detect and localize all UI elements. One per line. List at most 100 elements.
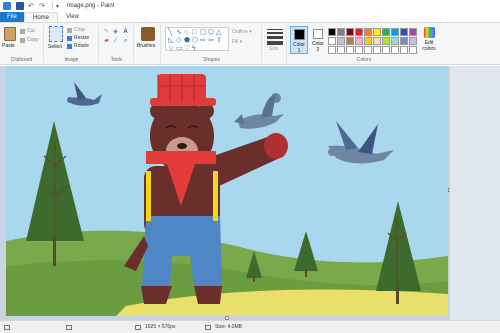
fill-bucket-icon[interactable]: ◈ (112, 29, 119, 36)
palette-swatch[interactable] (391, 37, 399, 45)
fill-dropdown[interactable]: Fill ▾ (232, 39, 242, 45)
palette-swatch[interactable] (391, 28, 399, 36)
lightning-shape-icon[interactable]: ϟ (192, 45, 196, 52)
palette-swatch[interactable] (409, 46, 417, 54)
palette-swatch[interactable] (364, 46, 372, 54)
workspace (0, 66, 500, 320)
ribbon: Paste Cut Copy Clipboard Select Crop Res… (0, 23, 500, 65)
paint-app-icon[interactable] (3, 2, 11, 10)
palette-swatch[interactable] (382, 28, 390, 36)
shapes-gallery[interactable]: ╲ ∿ ○ □ ▢ ⬠ △ ◺ ◇ ⬟ ⬡ ⇨ ⇦ ⇧ ☆ ▭ ♡ ϟ (165, 27, 229, 52)
right-triangle-shape-icon[interactable]: ◺ (168, 37, 173, 44)
color-picker-icon[interactable]: ⁄ (112, 38, 119, 45)
palette-swatch[interactable] (337, 46, 345, 54)
polygon-shape-icon[interactable]: ⬠ (208, 29, 214, 36)
window-title: Image.png - Paint (67, 3, 115, 9)
triangle-shape-icon[interactable]: △ (216, 29, 221, 36)
palette-swatch[interactable] (346, 28, 354, 36)
canvas-illustration (6, 66, 448, 316)
magnifier-icon[interactable]: ⌕ (122, 38, 129, 45)
tab-file[interactable]: File (0, 12, 24, 22)
rounded-rectangle-shape-icon[interactable]: ▢ (200, 29, 207, 36)
palette-swatch[interactable] (409, 37, 417, 45)
hexagon-shape-icon[interactable]: ⬡ (192, 37, 198, 44)
palette-swatch[interactable] (382, 46, 390, 54)
palette-swatch[interactable] (328, 28, 336, 36)
heart-shape-icon[interactable]: ♡ (184, 45, 190, 52)
colors-group: Color 1 Color 2 Edit colors Colors (288, 25, 440, 63)
select-button[interactable]: Select (48, 44, 62, 50)
line-shape-icon[interactable]: ╲ (168, 29, 172, 36)
paste-button[interactable]: Paste (2, 43, 15, 49)
size-button[interactable]: Size (269, 46, 279, 52)
edit-colors-label: Edit colors (422, 40, 436, 52)
palette-swatch[interactable] (355, 37, 363, 45)
eraser-icon[interactable]: ▰ (103, 38, 110, 45)
color1-button[interactable]: Color 1 (290, 26, 308, 54)
palette-swatch[interactable] (328, 37, 336, 45)
curve-shape-icon[interactable]: ∿ (176, 29, 182, 36)
text-tool-icon[interactable]: A (122, 29, 129, 36)
redo-icon[interactable]: ↷ (39, 3, 46, 10)
star-shape-icon[interactable]: ☆ (168, 45, 174, 52)
quick-access-dropdown[interactable]: ▾ (56, 3, 59, 10)
color2-swatch (313, 29, 323, 39)
ribbon-tabs: File Home View (0, 12, 500, 23)
resize-button[interactable]: Resize (67, 35, 89, 41)
palette-swatch[interactable] (373, 28, 381, 36)
palette-swatch[interactable] (328, 46, 336, 54)
brush-icon[interactable] (141, 27, 155, 41)
scissors-icon (20, 28, 25, 34)
image-dimensions: 1025 × 576px (135, 324, 175, 330)
paste-icon[interactable] (4, 27, 16, 41)
palette-swatch[interactable] (337, 37, 345, 45)
arrow-up-shape-icon[interactable]: ⇧ (216, 37, 222, 44)
rotate-button[interactable]: Rotate (67, 43, 89, 49)
select-icon[interactable] (49, 26, 63, 42)
palette-swatch[interactable] (373, 46, 381, 54)
resize-icon (67, 35, 72, 41)
copy-button[interactable]: Copy (20, 37, 39, 43)
brushes-button[interactable]: Brushes (137, 43, 155, 49)
rectangle-shape-icon[interactable]: □ (192, 29, 196, 36)
crop-label: Crop (74, 27, 85, 33)
palette-swatch[interactable] (400, 28, 408, 36)
arrow-right-shape-icon[interactable]: ⇨ (200, 37, 206, 44)
undo-icon[interactable]: ↶ (28, 3, 35, 10)
palette-swatch[interactable] (400, 37, 408, 45)
palette-swatch[interactable] (400, 46, 408, 54)
palette-swatch[interactable] (346, 46, 354, 54)
color2-button[interactable]: Color 2 (310, 26, 326, 54)
palette-swatch[interactable] (373, 37, 381, 45)
oval-shape-icon[interactable]: ○ (184, 29, 188, 36)
palette-swatch[interactable] (346, 37, 354, 45)
diamond-shape-icon[interactable]: ◇ (176, 37, 181, 44)
drawing-canvas[interactable] (6, 66, 448, 316)
cut-button[interactable]: Cut (20, 28, 35, 34)
selection-icon (66, 324, 72, 330)
palette-swatch[interactable] (409, 28, 417, 36)
palette-swatch[interactable] (382, 37, 390, 45)
pentagon-shape-icon[interactable]: ⬟ (184, 37, 190, 44)
crop-button[interactable]: Crop (67, 27, 85, 33)
palette-swatch[interactable] (337, 28, 345, 36)
edit-colors-button[interactable]: Edit colors (422, 27, 436, 52)
palette-swatch[interactable] (355, 46, 363, 54)
colors-group-label: Colors (356, 57, 372, 63)
tab-view[interactable]: View (58, 12, 87, 22)
tools-group: ✎ ◈ A ▰ ⁄ ⌕ Tools (100, 25, 134, 63)
line-width-icon[interactable] (267, 29, 283, 47)
palette-swatch[interactable] (355, 28, 363, 36)
status-bar: 1025 × 576px Size: 4.0MB (0, 320, 500, 333)
palette-swatch[interactable] (391, 46, 399, 54)
outline-dropdown[interactable]: Outline ▾ (232, 29, 252, 35)
callout-shape-icon[interactable]: ▭ (176, 45, 183, 52)
outline-label: Outline (232, 29, 248, 35)
shapes-group-label: Shapes (203, 57, 220, 63)
tab-home[interactable]: Home (24, 12, 59, 22)
palette-swatch[interactable] (364, 37, 372, 45)
arrow-left-shape-icon[interactable]: ⇦ (208, 37, 214, 44)
palette-swatch[interactable] (364, 28, 372, 36)
pencil-icon[interactable]: ✎ (103, 29, 110, 36)
save-icon[interactable] (16, 2, 24, 10)
